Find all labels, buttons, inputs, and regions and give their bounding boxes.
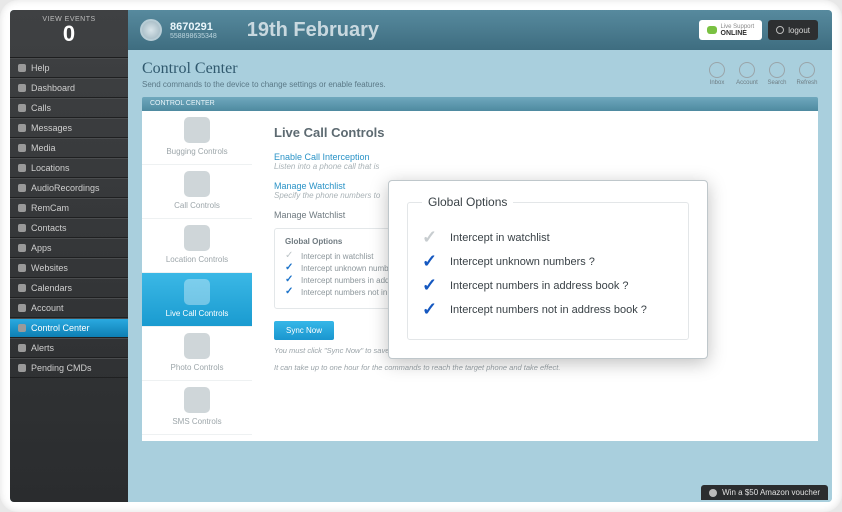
nav-icon xyxy=(18,244,26,252)
chat-icon xyxy=(707,26,717,34)
sidebar-item-apps[interactable]: Apps xyxy=(10,238,128,258)
header-date: 19th February xyxy=(247,19,379,42)
modal-option-row[interactable]: Intercept in watchlist xyxy=(422,231,674,245)
events-counter[interactable]: VIEW EVENTS 0 xyxy=(10,10,128,58)
toolbar-inbox-button[interactable]: Inbox xyxy=(706,62,728,86)
logout-button[interactable]: logout xyxy=(768,20,818,40)
subnav-icon xyxy=(184,279,210,305)
nav-icon xyxy=(18,264,26,272)
toolbar-refresh-button[interactable]: Refresh xyxy=(796,62,818,86)
nav-icon xyxy=(18,104,26,112)
sidebar-item-alerts[interactable]: Alerts xyxy=(10,338,128,358)
subnav-live-call-controls[interactable]: Live Call Controls xyxy=(142,273,252,327)
sidebar-item-messages[interactable]: Messages xyxy=(10,118,128,138)
search-icon xyxy=(769,62,785,78)
account-sub: 558898635348 xyxy=(170,33,217,40)
sidebar: VIEW EVENTS 0 HelpDashboardCallsMessages… xyxy=(10,10,128,502)
global-options-modal: Global Options Intercept in watchlist Int… xyxy=(388,180,708,359)
subnav-bugging-controls[interactable]: Bugging Controls xyxy=(142,111,252,165)
nav-icon xyxy=(18,144,26,152)
toolbar-search-button[interactable]: Search xyxy=(766,62,788,86)
sidebar-item-locations[interactable]: Locations xyxy=(10,158,128,178)
events-count: 0 xyxy=(10,23,128,45)
check-icon xyxy=(285,277,295,285)
header: 8670291 558898635348 19th February Live … xyxy=(128,10,832,50)
breadcrumb-bar: CONTROL CENTER xyxy=(142,97,818,111)
nav-icon xyxy=(18,364,26,372)
subnav-call-controls[interactable]: Call Controls xyxy=(142,165,252,219)
nav-icon xyxy=(18,84,26,92)
subnav-location-controls[interactable]: Location Controls xyxy=(142,219,252,273)
nav-icon xyxy=(18,184,26,192)
live-support-button[interactable]: Live Support ONLINE xyxy=(699,20,763,40)
sidebar-item-help[interactable]: Help xyxy=(10,58,128,78)
page-title: Control Center xyxy=(142,60,386,78)
sidebar-item-dashboard[interactable]: Dashboard xyxy=(10,78,128,98)
check-icon xyxy=(285,289,295,297)
sidebar-item-contacts[interactable]: Contacts xyxy=(10,218,128,238)
modal-title: Global Options xyxy=(422,195,513,209)
sidebar-item-pending-cmds[interactable]: Pending CMDs xyxy=(10,358,128,378)
section-heading: Live Call Controls xyxy=(274,125,796,140)
promo-banner[interactable]: Win a $50 Amazon voucher xyxy=(701,485,828,500)
nav-icon xyxy=(18,304,26,312)
nav-icon xyxy=(18,344,26,352)
nav-icon xyxy=(18,64,26,72)
subnav-icon xyxy=(184,333,210,359)
check-icon xyxy=(285,253,295,261)
check-icon xyxy=(422,231,438,245)
sidebar-item-control-center[interactable]: Control Center xyxy=(10,318,128,338)
sidebar-item-media[interactable]: Media xyxy=(10,138,128,158)
subnav-sms-controls[interactable]: SMS Controls xyxy=(142,381,252,435)
sidebar-item-remcam[interactable]: RemCam xyxy=(10,198,128,218)
avatar-icon xyxy=(140,19,162,41)
account-block: 8670291 558898635348 xyxy=(170,21,217,40)
account-icon xyxy=(739,62,755,78)
modal-option-row[interactable]: Intercept numbers in address book ? xyxy=(422,279,674,293)
power-icon xyxy=(776,26,784,34)
toolbar-account-button[interactable]: Account xyxy=(736,62,758,86)
subnav-icon xyxy=(184,171,210,197)
refresh-icon xyxy=(799,62,815,78)
nav-icon xyxy=(18,124,26,132)
nav-icon xyxy=(18,204,26,212)
subnav-photo-controls[interactable]: Photo Controls xyxy=(142,327,252,381)
subnav: Bugging ControlsCall ControlsLocation Co… xyxy=(142,111,252,441)
account-id: 8670291 xyxy=(170,21,217,33)
nav-icon xyxy=(18,284,26,292)
nav-icon xyxy=(18,164,26,172)
sidebar-item-calls[interactable]: Calls xyxy=(10,98,128,118)
sync-note-2: It can take up to one hour for the comma… xyxy=(274,363,796,374)
nav-icon xyxy=(18,224,26,232)
nav-icon xyxy=(18,324,26,332)
check-icon xyxy=(422,255,438,269)
sidebar-item-websites[interactable]: Websites xyxy=(10,258,128,278)
subnav-icon xyxy=(184,225,210,251)
sidebar-item-audiorecordings[interactable]: AudioRecordings xyxy=(10,178,128,198)
inbox-icon xyxy=(709,62,725,78)
sync-now-button[interactable]: Sync Now xyxy=(274,321,334,340)
modal-option-row[interactable]: Intercept numbers not in address book ? xyxy=(422,303,674,317)
subnav-icon xyxy=(184,387,210,413)
app: VIEW EVENTS 0 HelpDashboardCallsMessages… xyxy=(10,10,832,502)
page-subtitle: Send commands to the device to change se… xyxy=(142,80,386,89)
sidebar-item-calendars[interactable]: Calendars xyxy=(10,278,128,298)
check-icon xyxy=(422,303,438,317)
check-icon xyxy=(422,279,438,293)
enable-interception-link[interactable]: Enable Call Interception xyxy=(274,152,796,162)
check-icon xyxy=(285,265,295,273)
sidebar-item-account[interactable]: Account xyxy=(10,298,128,318)
subnav-icon xyxy=(184,117,210,143)
gift-icon xyxy=(709,489,717,497)
modal-option-row[interactable]: Intercept unknown numbers ? xyxy=(422,255,674,269)
app-frame: VIEW EVENTS 0 HelpDashboardCallsMessages… xyxy=(0,0,842,512)
